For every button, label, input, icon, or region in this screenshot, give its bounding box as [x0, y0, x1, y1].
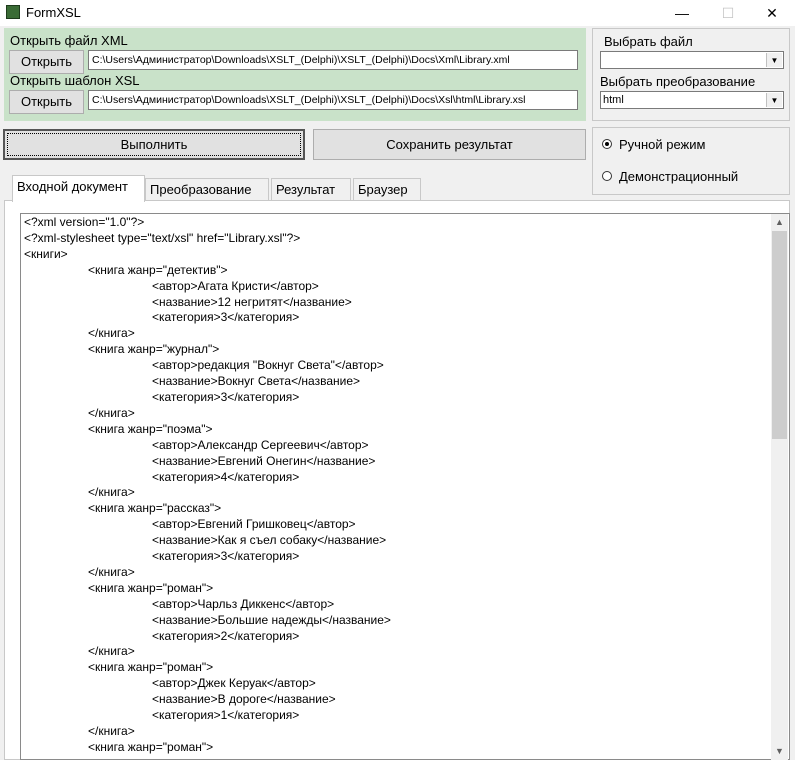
close-button[interactable]: ✕: [749, 0, 795, 26]
title-bar: FormXSL — ☐ ✕: [0, 0, 795, 26]
document-line: </книга>: [88, 405, 135, 420]
window-title: FormXSL: [26, 5, 81, 20]
document-line: <название>В дороге</название>: [152, 692, 336, 707]
document-line: <автор>Джек Керуак</автор>: [152, 676, 316, 691]
demo-mode-label[interactable]: Демонстрационный: [619, 169, 738, 184]
tab-transformation[interactable]: Преобразование: [145, 178, 269, 200]
vertical-scrollbar[interactable]: ▲ ▼: [771, 214, 788, 760]
maximize-button: ☐: [721, 5, 735, 21]
demo-mode-radio[interactable]: [602, 171, 612, 181]
document-line: <книга жанр="роман">: [88, 739, 214, 754]
xml-path-field[interactable]: C:\Users\Администратор\Downloads\XSLT_(D…: [88, 50, 578, 70]
document-line: <книга жанр="детектив">: [88, 262, 228, 277]
document-text[interactable]: <?xml version="1.0"?> <?xml-stylesheet ty…: [24, 215, 770, 760]
document-line: <книга жанр="поэма">: [88, 421, 213, 436]
document-line: <автор>Александр Сергеевич</автор>: [152, 437, 369, 452]
choose-transform-combo[interactable]: html ▼: [600, 91, 784, 109]
document-line: <категория>1</категория>: [152, 708, 300, 723]
scroll-thumb[interactable]: [772, 231, 787, 439]
document-line: </книга>: [88, 644, 135, 659]
radio-selected-dot: [605, 142, 609, 146]
document-line: <название>Как я съел собаку</название>: [152, 533, 387, 548]
dropdown-arrow-icon[interactable]: ▼: [766, 53, 782, 67]
document-line: <категория>3</категория>: [152, 549, 300, 564]
document-line: <автор>Агата Кристи</автор>: [152, 278, 319, 293]
document-line: <автор>редакция "Вокнуг Света"</автор>: [152, 358, 384, 373]
document-line: <?xml version="1.0"?>: [24, 215, 145, 229]
open-xml-label: Открыть файл XML: [10, 33, 128, 48]
document-line: <название>Большие надежды</название>: [152, 612, 391, 627]
manual-mode-radio[interactable]: [602, 139, 612, 149]
document-line: <категория>4</категория>: [152, 469, 300, 484]
document-line: </книга>: [88, 564, 135, 579]
document-line: <автор>Евгений Гришковец</автор>: [152, 517, 356, 532]
xsl-path-field[interactable]: C:\Users\Администратор\Downloads\XSLT_(D…: [88, 90, 578, 110]
document-line: <название>Вокнуг Света</название>: [152, 374, 361, 389]
document-line: <категория>3</категория>: [152, 389, 300, 404]
minimize-button[interactable]: —: [659, 0, 705, 26]
document-line: <категория>2</категория>: [152, 628, 300, 643]
document-line: <книга жанр="роман">: [88, 580, 214, 595]
document-line: <книга жанр="рассказ">: [88, 501, 222, 516]
choose-transform-value: html: [603, 94, 624, 106]
app-icon: [6, 5, 20, 19]
tab-input-document[interactable]: Входной документ: [12, 175, 145, 202]
scroll-down-icon[interactable]: ▼: [771, 743, 788, 760]
document-line: <автор>Чарльз Диккенс</автор>: [152, 596, 335, 611]
open-xsl-label: Открыть шаблон XSL: [10, 73, 140, 88]
document-line: <?xml-stylesheet type="text/xsl" href="L…: [24, 230, 301, 245]
choose-file-label: Выбрать файл: [604, 34, 693, 49]
execute-button[interactable]: Выполнить: [3, 129, 305, 160]
document-line: </книга>: [88, 485, 135, 500]
tab-result[interactable]: Результат: [271, 178, 351, 200]
dropdown-arrow-icon[interactable]: ▼: [766, 93, 782, 107]
open-xsl-button[interactable]: Открыть: [9, 90, 84, 114]
focus-rect: [7, 133, 301, 156]
open-xml-button[interactable]: Открыть: [9, 50, 84, 74]
document-line: <книги>: [24, 246, 68, 261]
choose-transform-label: Выбрать преобразование: [600, 74, 756, 89]
document-line: </книга>: [88, 326, 135, 341]
tab-browser[interactable]: Браузер: [353, 178, 421, 200]
document-line: </книга>: [88, 724, 135, 738]
document-line: <название>12 негритят</название>: [152, 294, 352, 309]
save-result-button[interactable]: Сохранить результат: [313, 129, 586, 160]
choose-file-combo[interactable]: ▼: [600, 51, 784, 69]
manual-mode-label[interactable]: Ручной режим: [619, 137, 705, 152]
document-line: <книга жанр="роман">: [88, 660, 214, 675]
document-line: <категория>3</категория>: [152, 310, 300, 325]
document-line: <книга жанр="журнал">: [88, 342, 220, 357]
document-line: <название>Евгений Онегин</название>: [152, 453, 376, 468]
scroll-up-icon[interactable]: ▲: [771, 214, 788, 231]
